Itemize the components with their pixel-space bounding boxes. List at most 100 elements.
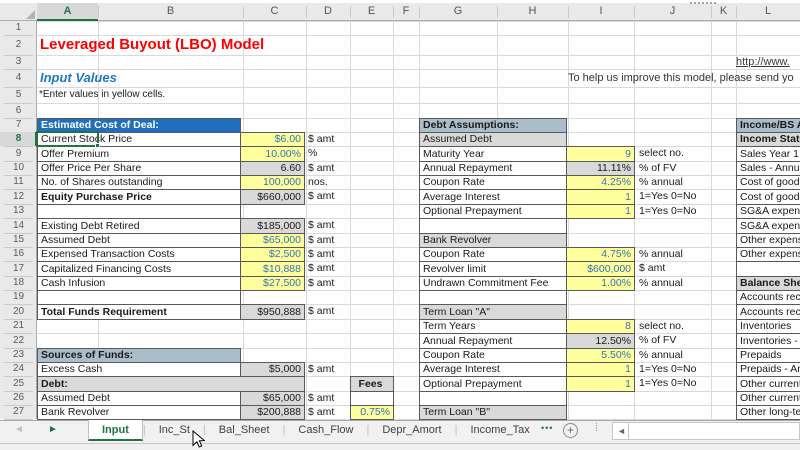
model-hyperlink[interactable]: http://www. (736, 55, 800, 69)
income-bs-label[interactable]: Sales - Annua (736, 161, 800, 176)
row-header-12[interactable]: 12 (0, 189, 37, 204)
column-header-H[interactable]: H (497, 5, 568, 17)
row-header-22[interactable]: 22 (0, 333, 37, 348)
row-header-14[interactable]: 14 (0, 218, 37, 233)
row-header-17[interactable]: 17 (0, 261, 37, 276)
income-bs-label[interactable]: Prepaids (736, 348, 800, 363)
debt_table-value-input[interactable]: 1 (566, 362, 635, 377)
deal_table-label[interactable]: Cash Infusion (37, 276, 241, 291)
row-header-5[interactable]: 5 (0, 87, 37, 103)
income-bs-label[interactable]: Other expens (736, 233, 800, 248)
column-header-F[interactable]: F (393, 5, 419, 17)
row-header-11[interactable]: 11 (0, 175, 37, 189)
select-all-corner-icon[interactable] (26, 10, 35, 19)
deal_table-value-calc[interactable]: $660,000 (240, 189, 305, 205)
debt_table-blank-cell[interactable] (419, 290, 567, 305)
column-header-K[interactable]: K (711, 5, 736, 17)
row-header-9[interactable]: 9 (0, 146, 37, 161)
sheet-subtitle[interactable]: Input Values (40, 69, 240, 87)
debt_table-label[interactable]: Revolver limit (419, 261, 567, 277)
income-bs-label[interactable]: Inventories (736, 319, 800, 334)
debt_table-value-input[interactable]: 1.00% (566, 276, 635, 291)
column-header-J[interactable]: J (634, 5, 711, 17)
income-bs-blank[interactable] (736, 261, 800, 277)
row-header-20[interactable]: 20 (0, 304, 37, 319)
row-header-26[interactable]: 26 (0, 391, 37, 405)
deal_table-label[interactable]: Capitalized Financing Costs (37, 261, 241, 277)
scrollbar-left-arrow-icon[interactable]: ◄ (617, 426, 626, 436)
row-header-2[interactable]: 2 (0, 35, 37, 55)
row-header-1[interactable]: 1 (0, 21, 37, 35)
debt_table-value-input[interactable]: 1 (566, 189, 635, 205)
row-header-18[interactable]: 18 (0, 276, 37, 290)
income-bs-label[interactable]: SG&A expens (736, 204, 800, 219)
deal_table-label[interactable]: No. of Shares outstanding (37, 175, 241, 190)
tab-scroll-splitter-icon[interactable]: ⁞ (595, 422, 598, 434)
column-header-D[interactable]: D (306, 5, 350, 17)
debt_table-label[interactable]: Maturity Year (419, 146, 567, 162)
row-header-23[interactable]: 23 (0, 348, 37, 362)
deal_table-value-input[interactable]: $65,000 (240, 233, 305, 248)
debt_table-value-calc[interactable]: 12.50% (566, 333, 635, 349)
debt_table-value-input[interactable]: $600,000 (566, 261, 635, 277)
sources_table-label[interactable]: Bank Revolver (37, 405, 241, 420)
row-header-4[interactable]: 4 (0, 69, 37, 87)
deal_table-value-calc[interactable]: 6.60 (240, 161, 305, 176)
sources_table-value-calc[interactable]: $200,888 (240, 405, 305, 420)
row-header-3[interactable]: 3 (0, 55, 37, 69)
deal_table-value-calc[interactable]: $950,888 (240, 304, 305, 320)
income-bs-subheader[interactable]: Income State (736, 132, 800, 147)
income-bs-label[interactable]: Cost of good (736, 189, 800, 205)
deal_table-label[interactable]: Assumed Debt (37, 233, 241, 248)
income-bs-label[interactable]: Inventories - (736, 333, 800, 349)
income-bs-label[interactable]: Accounts rec (736, 304, 800, 320)
new-sheet-button[interactable]: + (563, 423, 578, 438)
debt_table-label[interactable]: Annual Repayment (419, 333, 567, 349)
income-bs-label[interactable]: Accounts rec (736, 290, 800, 305)
sources-table-subheader[interactable]: Debt: (37, 376, 305, 392)
deal_table-blank-cell[interactable] (37, 204, 241, 219)
sources_table-label[interactable]: Assumed Debt (37, 391, 241, 406)
debt_table-value-input[interactable]: 5.50% (566, 348, 635, 363)
horizontal-scrollbar[interactable] (612, 422, 800, 440)
row-header-10[interactable]: 10 (0, 161, 37, 175)
sheet-tab-depr_amort[interactable]: Depr_Amort (369, 420, 454, 441)
debt_table-label[interactable]: Undrawn Commitment Fee (419, 276, 567, 291)
debt-table-header[interactable]: Debt Assumptions: (419, 118, 567, 133)
debt_table-value-input[interactable]: 4.75% (566, 247, 635, 262)
deal_table-value-input[interactable]: $6.00 (240, 132, 305, 147)
sheet-tab-cash_flow[interactable]: Cash_Flow (285, 420, 366, 441)
debt_table-value-input[interactable]: 8 (566, 319, 635, 334)
row-header-21[interactable]: 21 (0, 319, 37, 333)
debt_table-label[interactable]: Term Years (419, 319, 567, 334)
deal_table-value-calc[interactable]: $185,000 (240, 218, 305, 234)
row-header-15[interactable]: 15 (0, 233, 37, 247)
fill-handle[interactable] (95, 143, 100, 148)
income-bs-label[interactable]: Cost of good (736, 175, 800, 190)
income-bs-label[interactable]: Other expens (736, 247, 800, 262)
debt_table-subheader[interactable]: Assumed Debt (419, 132, 567, 147)
row-header-27[interactable]: 27 (0, 405, 37, 419)
row-header-19[interactable]: 19 (0, 290, 37, 304)
income-bs-subheader[interactable]: Balance Shee (736, 276, 800, 291)
sheet-tab-income_tax[interactable]: Income_Tax (457, 420, 542, 441)
debt_table-blank-cell[interactable] (419, 218, 567, 234)
sheet-tab-input[interactable]: Input (88, 420, 143, 441)
deal_table-label[interactable]: Total Funds Requirement (37, 304, 241, 320)
fees-value-input[interactable]: 0.75% (350, 405, 394, 420)
deal_table-value-input[interactable]: $27,500 (240, 276, 305, 291)
debt_table-label[interactable]: Coupon Rate (419, 348, 567, 363)
debt_table-value-calc[interactable]: 11.11% (566, 161, 635, 176)
tab-nav-prev-icon[interactable]: ◄ (14, 424, 24, 435)
deal_table-label[interactable]: Offer Premium (37, 146, 241, 162)
more-sheets-ellipsis-icon[interactable]: ••• (541, 423, 553, 433)
column-header-E[interactable]: E (350, 5, 393, 17)
debt_table-subheader[interactable]: Bank Revolver (419, 233, 567, 248)
deal_table-value-input[interactable]: 100,000 (240, 175, 305, 190)
income-bs-header[interactable]: Income/BS A (736, 118, 800, 133)
row-header-16[interactable]: 16 (0, 247, 37, 261)
income-bs-label[interactable]: Other current (736, 391, 800, 406)
debt_table-label[interactable]: Average Interest (419, 362, 567, 377)
sources_table-value-calc[interactable]: $65,000 (240, 391, 305, 406)
column-header-I[interactable]: I (568, 5, 634, 17)
